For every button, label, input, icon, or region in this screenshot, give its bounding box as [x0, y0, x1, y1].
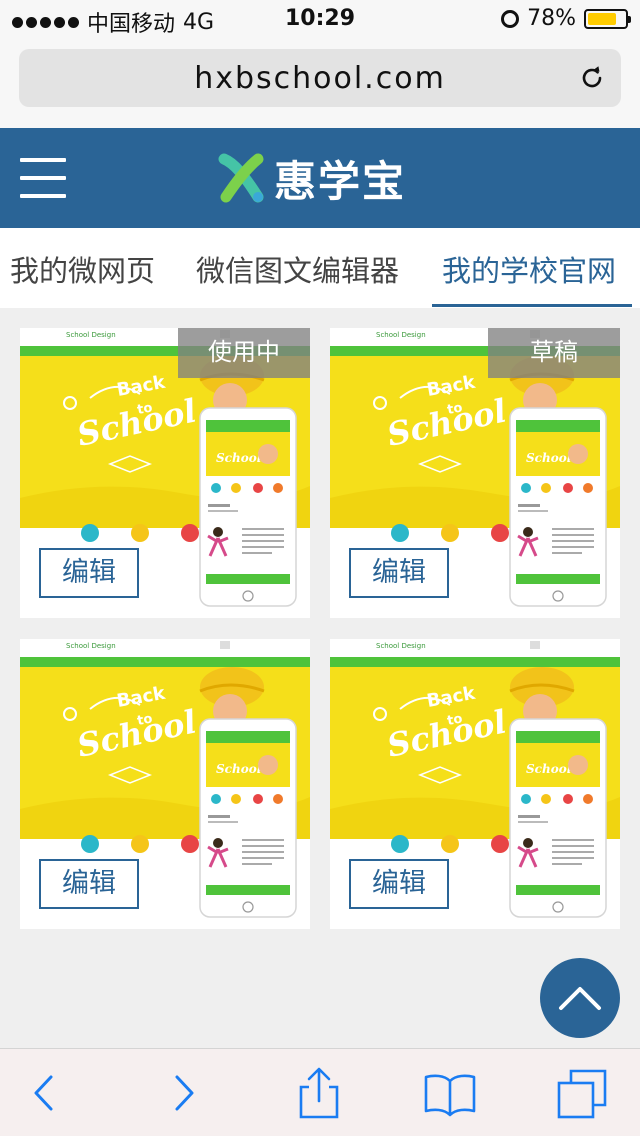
chevron-up-icon	[559, 987, 601, 1010]
edit-button[interactable]: 编辑	[349, 859, 449, 909]
brand-name: 惠学宝	[274, 156, 407, 206]
status-badge: 草稿	[488, 328, 620, 378]
hamburger-menu-icon[interactable]	[20, 158, 66, 198]
tab-bar: 我的微网页 微信图文编辑器 我的学校官网	[0, 228, 640, 308]
browser-toolbar	[0, 1048, 640, 1136]
brand-logo[interactable]: 惠学宝	[218, 150, 406, 206]
battery-percent: 78%	[527, 6, 576, 31]
edit-button[interactable]: 编辑	[349, 548, 449, 598]
status-bar: 中国移动 4G 10:29 78%	[0, 0, 640, 40]
url-text[interactable]: hxbschool.com	[19, 61, 621, 96]
active-tab-indicator	[432, 304, 632, 307]
reload-icon[interactable]	[579, 65, 605, 91]
address-bar[interactable]: hxbschool.com	[19, 49, 621, 107]
alarm-icon	[501, 9, 520, 28]
tab-my-school-site[interactable]: 我的学校官网	[442, 248, 616, 290]
template-card[interactable]: 使用中 编辑	[20, 328, 310, 618]
edit-button[interactable]: 编辑	[39, 548, 139, 598]
back-arrow-icon[interactable]	[16, 1065, 72, 1121]
page: 中国移动 4G 10:29 78% hxbschool.com 惠学宝 我的微网…	[0, 0, 640, 1136]
tab-my-micro-pages[interactable]: 我的微网页	[10, 248, 155, 290]
tabs-icon[interactable]	[555, 1065, 611, 1121]
template-card[interactable]: 编辑	[20, 639, 310, 929]
status-right: 78%	[501, 6, 631, 31]
battery-fill	[588, 12, 617, 25]
template-card[interactable]: 草稿 编辑	[330, 328, 620, 618]
browser-address-area: hxbschool.com	[0, 40, 640, 128]
back-to-top-button[interactable]	[540, 958, 620, 1038]
bookmarks-icon[interactable]	[422, 1065, 478, 1121]
share-icon[interactable]	[291, 1065, 347, 1121]
brand-x-icon	[218, 153, 264, 203]
tab-wechat-editor[interactable]: 微信图文编辑器	[196, 248, 399, 290]
app-header: 惠学宝	[0, 128, 640, 228]
status-badge: 使用中	[178, 328, 310, 378]
template-card[interactable]: 编辑	[330, 639, 620, 929]
forward-arrow-icon[interactable]	[156, 1065, 212, 1121]
edit-button[interactable]: 编辑	[39, 859, 139, 909]
battery-icon	[584, 8, 631, 29]
